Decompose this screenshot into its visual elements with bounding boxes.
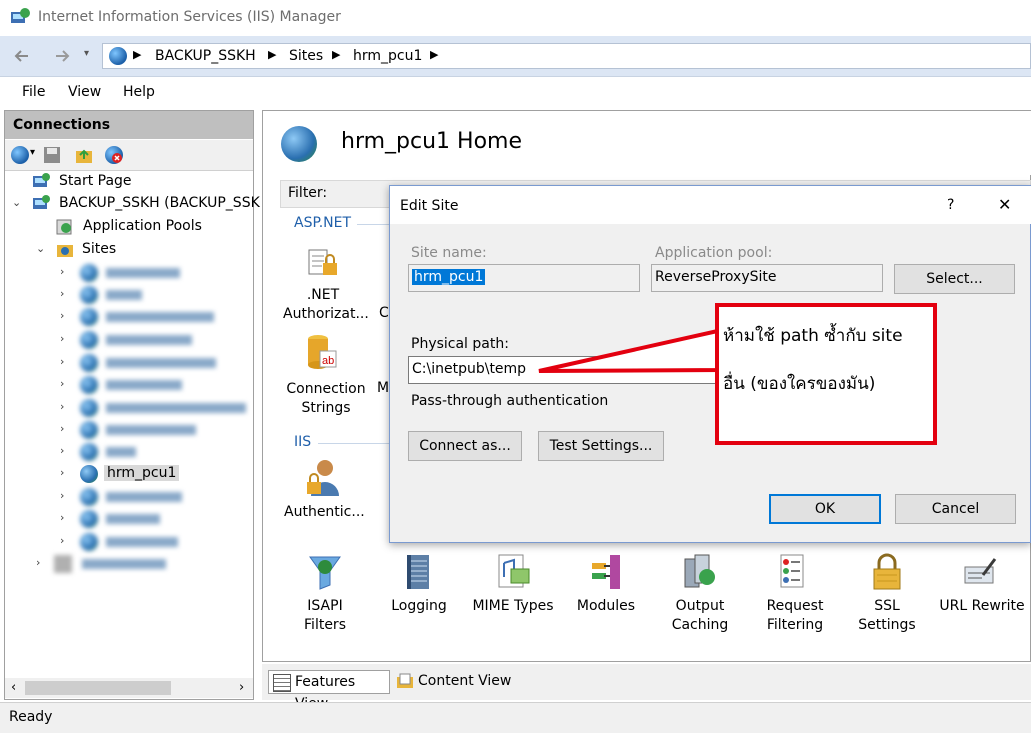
annotation-line-2: อื่น (ของใครของมัน) [723, 374, 876, 394]
annotation-callout: ห้ามใช้ path ซ้ำกับ site อื่น (ของใครของ… [715, 303, 937, 445]
annotation-line-1: ห้ามใช้ path ซ้ำกับ site [723, 326, 903, 346]
